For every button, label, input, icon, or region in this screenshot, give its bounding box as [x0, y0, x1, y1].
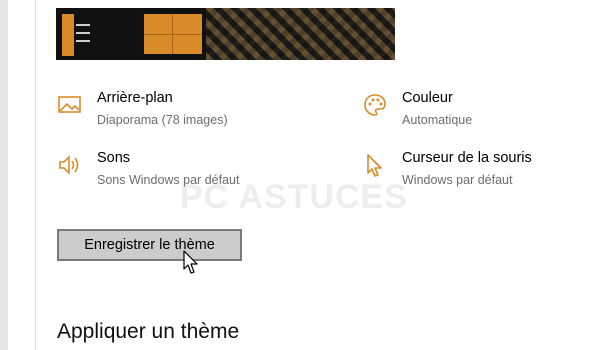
preview-tiles: [144, 14, 202, 54]
palette-icon: [364, 94, 386, 116]
setting-color-title: Couleur: [402, 90, 453, 106]
nav-divider: [35, 0, 36, 350]
setting-sounds-title: Sons: [97, 150, 131, 166]
setting-background-value: Diaporama (78 images): [97, 113, 228, 127]
picture-icon: [58, 96, 81, 113]
section-title-apply-theme: Appliquer un thème: [57, 320, 240, 343]
preview-menu-lines: [76, 18, 94, 50]
save-theme-button[interactable]: Enregistrer le thème: [57, 229, 242, 261]
mouse-pointer-icon: [183, 250, 198, 274]
setting-background-title: Arrière-plan: [97, 90, 173, 106]
pointer-icon: [367, 154, 382, 177]
setting-background[interactable]: Arrière-plan Diaporama (78 images): [57, 90, 317, 134]
setting-color[interactable]: Couleur Automatique: [362, 90, 582, 134]
theme-preview: [56, 8, 395, 60]
preview-wallpaper: [206, 8, 395, 60]
setting-mouse-cursor-value: Windows par défaut: [402, 173, 513, 187]
setting-mouse-cursor-title: Curseur de la souris: [402, 150, 532, 166]
setting-color-value: Automatique: [402, 113, 473, 127]
window-left-edge: [0, 0, 8, 350]
watermark: PC ASTUCES: [180, 178, 408, 216]
preview-accent-bar: [62, 14, 74, 56]
speaker-icon: [59, 155, 79, 175]
